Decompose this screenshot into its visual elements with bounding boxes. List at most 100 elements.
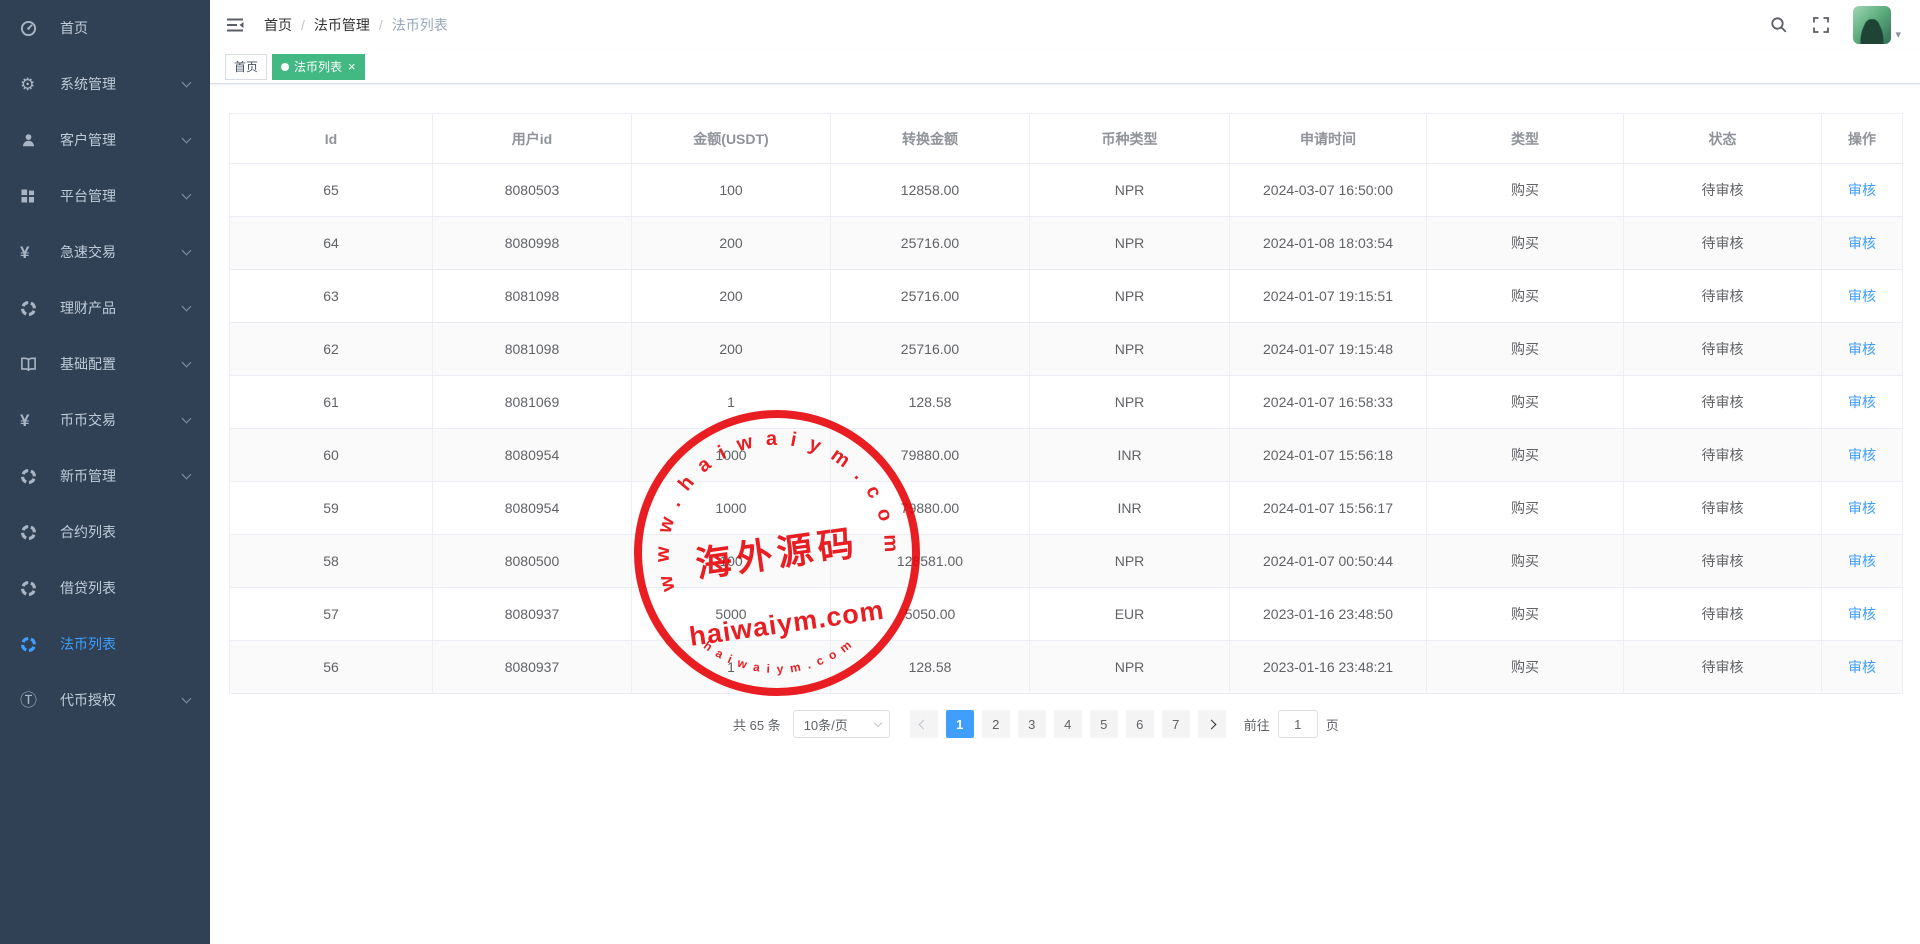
tag-label: 法币列表 xyxy=(294,58,342,75)
sidebar-collapse-icon[interactable] xyxy=(225,14,247,36)
ring-icon xyxy=(20,524,44,541)
table-cell: 1000 xyxy=(632,482,831,535)
page-button-4[interactable]: 4 xyxy=(1054,710,1082,738)
review-link[interactable]: 审核 xyxy=(1848,500,1876,516)
review-link[interactable]: 审核 xyxy=(1848,659,1876,675)
sidebar-item-客户管理[interactable]: 客户管理 xyxy=(0,112,210,168)
table-cell: 待审核 xyxy=(1624,641,1822,694)
table-cell: 12858.00 xyxy=(831,164,1030,217)
page-button-2[interactable]: 2 xyxy=(982,710,1010,738)
column-header: 状态 xyxy=(1624,114,1822,164)
table-cell: 8080998 xyxy=(433,217,632,270)
table-cell: 200 xyxy=(632,217,831,270)
table-cell: 购买 xyxy=(1427,535,1624,588)
page-button-1[interactable]: 1 xyxy=(946,710,974,738)
table-cell: 2024-01-07 16:58:33 xyxy=(1230,376,1427,429)
table-cell: INR xyxy=(1030,482,1230,535)
table-cell: 58 xyxy=(230,535,433,588)
sidebar-menu: 首页⚙系统管理客户管理平台管理¥急速交易理财产品基础配置¥币币交易新币管理合约列… xyxy=(0,0,210,728)
table-cell: NPR xyxy=(1030,535,1230,588)
breadcrumb: 首页 / 法币管理 / 法币列表 xyxy=(264,15,448,35)
breadcrumb-separator: / xyxy=(301,17,305,33)
goto-page-input[interactable] xyxy=(1278,710,1318,738)
table-cell: 待审核 xyxy=(1624,376,1822,429)
prev-page-button[interactable] xyxy=(910,710,938,738)
column-header: 申请时间 xyxy=(1230,114,1427,164)
table-cell: NPR xyxy=(1030,164,1230,217)
review-link[interactable]: 审核 xyxy=(1848,394,1876,410)
sidebar-item-代币授权[interactable]: Ⓣ代币授权 xyxy=(0,672,210,728)
chevron-down-icon xyxy=(182,414,192,424)
next-page-button[interactable] xyxy=(1198,710,1226,738)
sidebar-item-法币列表[interactable]: 法币列表 xyxy=(0,616,210,672)
fullscreen-icon[interactable] xyxy=(1811,15,1831,35)
review-link[interactable]: 审核 xyxy=(1848,447,1876,463)
review-link[interactable]: 审核 xyxy=(1848,553,1876,569)
table-row: 63808109820025716.00NPR2024-01-07 19:15:… xyxy=(230,270,1903,323)
chevron-right-icon xyxy=(1207,719,1217,729)
table-cell: 8080500 xyxy=(433,535,632,588)
sidebar-item-label: 客户管理 xyxy=(60,130,116,150)
page-button-6[interactable]: 6 xyxy=(1126,710,1154,738)
table-body: 65808050310012858.00NPR2024-03-07 16:50:… xyxy=(230,164,1903,694)
sidebar-item-合约列表[interactable]: 合约列表 xyxy=(0,504,210,560)
sidebar-item-label: 合约列表 xyxy=(60,522,116,542)
sidebar-item-币币交易[interactable]: ¥币币交易 xyxy=(0,392,210,448)
sidebar-item-急速交易[interactable]: ¥急速交易 xyxy=(0,224,210,280)
table-cell: 2024-01-07 19:15:51 xyxy=(1230,270,1427,323)
table-cell: 1 xyxy=(632,641,831,694)
goto-label: 前往 xyxy=(1244,715,1270,734)
review-link[interactable]: 审核 xyxy=(1848,341,1876,357)
close-icon[interactable]: × xyxy=(348,60,356,73)
chevron-down-icon xyxy=(182,190,192,200)
table-cell: 25716.00 xyxy=(831,323,1030,376)
table-cell: 8080954 xyxy=(433,482,632,535)
table-cell: 62 xyxy=(230,323,433,376)
book-icon xyxy=(20,356,44,373)
sidebar-item-平台管理[interactable]: 平台管理 xyxy=(0,168,210,224)
table-cell: 待审核 xyxy=(1624,217,1822,270)
table-cell: 待审核 xyxy=(1624,482,1822,535)
table-cell: 61 xyxy=(230,376,433,429)
table-cell: 待审核 xyxy=(1624,429,1822,482)
sidebar-item-借贷列表[interactable]: 借贷列表 xyxy=(0,560,210,616)
review-link[interactable]: 审核 xyxy=(1848,606,1876,622)
table-cell-actions: 审核 xyxy=(1822,535,1903,588)
table-cell: INR xyxy=(1030,429,1230,482)
page-size-select[interactable]: 10条/页 xyxy=(793,710,890,738)
review-link[interactable]: 审核 xyxy=(1848,235,1876,251)
table-cell: 8080937 xyxy=(433,641,632,694)
user-menu[interactable]: ▾ xyxy=(1853,6,1901,44)
table-cell: 2023-01-16 23:48:50 xyxy=(1230,588,1427,641)
tag-法币列表[interactable]: 法币列表 × xyxy=(272,54,365,80)
review-link[interactable]: 审核 xyxy=(1848,288,1876,304)
avatar[interactable] xyxy=(1853,6,1891,44)
breadcrumb-home[interactable]: 首页 xyxy=(264,15,292,35)
sidebar-item-理财产品[interactable]: 理财产品 xyxy=(0,280,210,336)
token-icon: Ⓣ xyxy=(20,692,44,709)
sidebar-item-首页[interactable]: 首页 xyxy=(0,0,210,56)
table-cell: 79880.00 xyxy=(831,429,1030,482)
table-cell: 购买 xyxy=(1427,429,1624,482)
table-cell-actions: 审核 xyxy=(1822,376,1903,429)
table-cell-actions: 审核 xyxy=(1822,217,1903,270)
page-content: Id用户id金额(USDT)转换金额币种类型申请时间类型状态操作 6580805… xyxy=(210,84,1920,738)
table-cell: NPR xyxy=(1030,217,1230,270)
breadcrumb-fiat-mgmt[interactable]: 法币管理 xyxy=(314,15,370,35)
breadcrumb-current: 法币列表 xyxy=(392,15,448,35)
search-icon[interactable] xyxy=(1769,15,1789,35)
tag-首页[interactable]: 首页 xyxy=(225,54,267,80)
table-cell: 25716.00 xyxy=(831,270,1030,323)
page-button-3[interactable]: 3 xyxy=(1018,710,1046,738)
review-link[interactable]: 审核 xyxy=(1848,182,1876,198)
page-size-value: 10条/页 xyxy=(804,715,848,734)
table-cell: 2024-01-07 00:50:44 xyxy=(1230,535,1427,588)
sidebar-item-基础配置[interactable]: 基础配置 xyxy=(0,336,210,392)
page-button-5[interactable]: 5 xyxy=(1090,710,1118,738)
column-header: 操作 xyxy=(1822,114,1903,164)
page-button-7[interactable]: 7 xyxy=(1162,710,1190,738)
sidebar-item-系统管理[interactable]: ⚙系统管理 xyxy=(0,56,210,112)
sidebar-item-新币管理[interactable]: 新币管理 xyxy=(0,448,210,504)
gear-icon: ⚙ xyxy=(20,76,44,93)
column-header: 用户id xyxy=(433,114,632,164)
